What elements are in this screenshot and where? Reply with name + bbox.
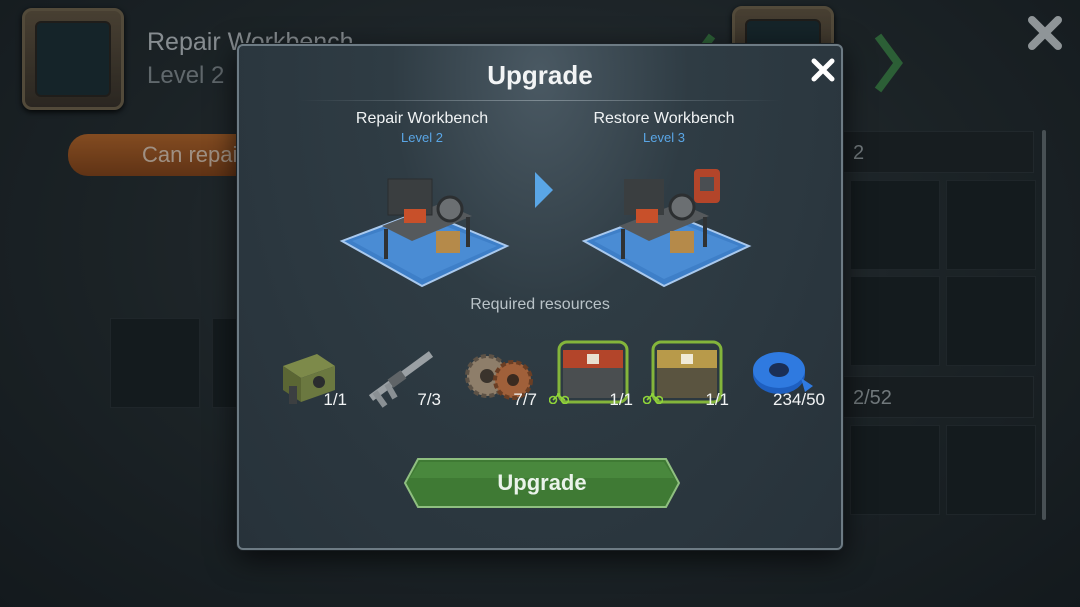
- close-icon[interactable]: [809, 56, 837, 84]
- required-resources-label: Required resources: [470, 296, 610, 313]
- title-divider: [299, 100, 781, 101]
- bike-icon: [643, 393, 663, 404]
- upgraded-building-name: Restore Workbench: [593, 110, 735, 127]
- restore-workbench-icon: [581, 169, 752, 288]
- upgraded-building: Restore Workbench Level 3: [569, 110, 759, 291]
- close-screen-icon[interactable]: [1024, 12, 1066, 54]
- upgrade-button-label: Upgrade: [497, 470, 587, 495]
- inventory-slot[interactable]: [850, 276, 940, 366]
- inventory-slot[interactable]: [850, 425, 940, 515]
- upgrade-arrow-icon: [535, 172, 553, 208]
- next-arrow-icon[interactable]: [868, 28, 908, 98]
- resource-count: 1/1: [609, 390, 633, 409]
- scrollbar[interactable]: [1042, 130, 1046, 520]
- repair-workbench-icon: [339, 178, 510, 288]
- current-building-level: Level 2: [401, 130, 443, 145]
- resource-count: 234/50: [773, 390, 825, 409]
- current-building: Repair Workbench Level 2: [327, 110, 517, 291]
- bg-storage-counter: 2/52: [836, 376, 1034, 418]
- inventory-slot[interactable]: [946, 180, 1036, 270]
- resource-count: 1/1: [323, 390, 347, 409]
- resource-count: 1/1: [705, 390, 729, 409]
- inventory-slot[interactable]: [850, 180, 940, 270]
- bike-icon: [549, 393, 569, 404]
- bg-building-level: Level 2: [147, 62, 225, 89]
- bg-capacity-counter: 2: [836, 131, 1034, 173]
- resource-count: 7/7: [513, 390, 537, 409]
- inventory-slot[interactable]: [946, 425, 1036, 515]
- current-building-name: Repair Workbench: [355, 110, 489, 127]
- upgraded-building-level: Level 3: [643, 130, 685, 145]
- inventory-slot[interactable]: [946, 276, 1036, 366]
- resource-count: 7/3: [417, 390, 441, 409]
- dialog-title: Upgrade: [487, 60, 593, 90]
- inventory-slot[interactable]: [110, 318, 200, 408]
- upgrade-button[interactable]: Upgrade: [404, 458, 680, 508]
- upgrade-dialog: Upgrade Repair Workbench Level 2 Restore…: [237, 44, 843, 550]
- workbench-thumbnail: [22, 8, 124, 110]
